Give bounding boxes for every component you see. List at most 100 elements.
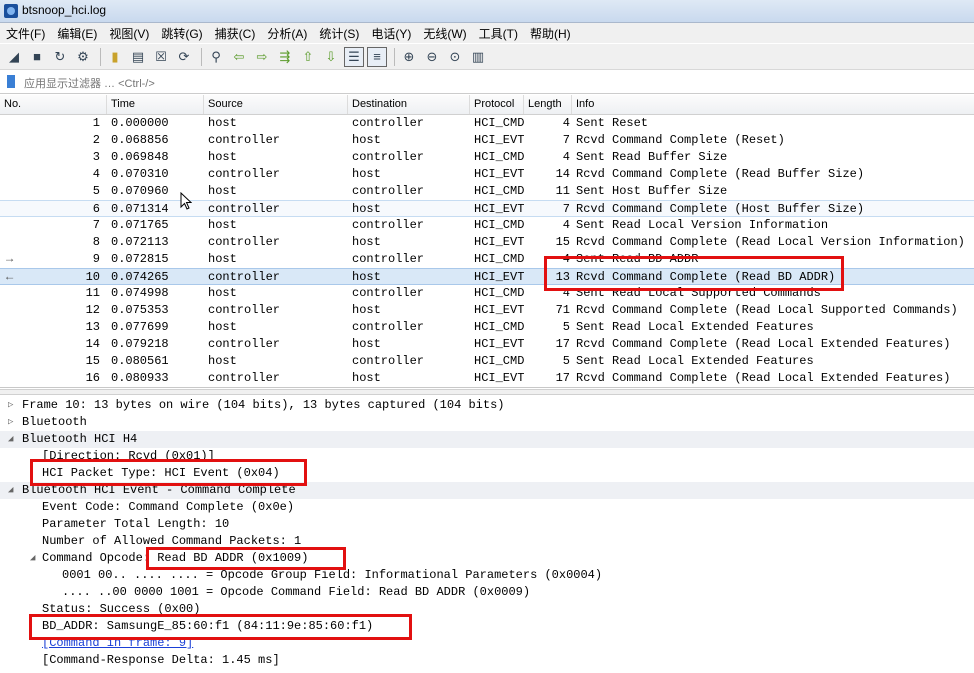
- find-magnifier-icon[interactable]: ⚲: [206, 47, 226, 67]
- tree-item-label: .... ..00 0000 1001 = Opcode Command Fie…: [62, 585, 531, 599]
- cell-destination: host: [352, 167, 381, 181]
- expand-triangle-icon[interactable]: ▷: [8, 414, 18, 431]
- menu-telephony[interactable]: 电话(Y): [365, 25, 417, 42]
- cell-time: 0.072815: [111, 252, 169, 266]
- cell-no: 1: [92, 116, 100, 130]
- column-header-source[interactable]: Source: [204, 95, 348, 114]
- cell-destination: controller: [352, 354, 425, 368]
- cell-destination: controller: [352, 150, 425, 164]
- detail-param-length[interactable]: Parameter Total Length: 10: [0, 516, 974, 533]
- annotation-highlight-opcode: [146, 547, 346, 570]
- cell-protocol: HCI_EVT: [474, 303, 525, 317]
- expand-triangle-icon[interactable]: ▷: [8, 397, 18, 414]
- go-forward-arrow-icon[interactable]: ⇨: [252, 47, 272, 67]
- shark-fin-start-icon[interactable]: ◢: [4, 47, 24, 67]
- table-row[interactable]: 4 0.070310 controller host HCI_EVT 14 Rcvd Com…: [0, 166, 974, 183]
- colorize-icon[interactable]: ≡: [367, 46, 387, 67]
- cell-no: 8: [92, 235, 100, 249]
- go-last-icon[interactable]: ⇩: [321, 47, 341, 67]
- table-row[interactable]: 6 0.071314 controller host HCI_EVT 7 Rcvd Comm…: [0, 200, 974, 217]
- restart-shark-icon[interactable]: ↻: [50, 47, 70, 67]
- zoom-in-icon[interactable]: ⊕: [399, 47, 419, 67]
- column-header-info[interactable]: Info: [572, 95, 974, 114]
- menu-statistics[interactable]: 统计(S): [313, 25, 365, 42]
- cell-info: Sent Host Buffer Size: [576, 184, 728, 198]
- close-file-icon[interactable]: ☒: [151, 47, 171, 67]
- column-header-no[interactable]: No.: [0, 95, 107, 114]
- cell-no: 9: [92, 252, 100, 266]
- table-row[interactable]: 3 0.069848 host controller HCI_CMD 4 Sent Read…: [0, 149, 974, 166]
- menu-capture[interactable]: 捕获(C): [209, 25, 262, 42]
- capture-options-gear-icon[interactable]: ⚙: [73, 47, 93, 67]
- cell-destination: host: [352, 235, 381, 249]
- menu-edit[interactable]: 编辑(E): [51, 25, 103, 42]
- table-row[interactable]: 14 0.079218 controller host HCI_EVT 17 Rcvd Co…: [0, 336, 974, 353]
- detail-bluetooth[interactable]: ▷ Bluetooth: [0, 414, 974, 431]
- cell-destination: controller: [352, 116, 425, 130]
- collapse-triangle-icon[interactable]: ◢: [8, 431, 18, 448]
- table-row[interactable]: 13 0.077699 host controller HCI_CMD 5 Sent Rea…: [0, 319, 974, 336]
- cell-length: 7: [562, 202, 570, 216]
- cell-info: Sent Read Buffer Size: [576, 150, 728, 164]
- column-header-time[interactable]: Time: [107, 95, 204, 114]
- column-header-destination[interactable]: Destination: [348, 95, 470, 114]
- menu-file[interactable]: 文件(F): [0, 25, 51, 42]
- cell-no: 2: [92, 133, 100, 147]
- collapse-triangle-icon[interactable]: ◢: [30, 550, 40, 567]
- cell-length: 4: [562, 150, 570, 164]
- table-row[interactable]: 16 0.080933 controller host HCI_EVT 17 Rcvd Co…: [0, 370, 974, 387]
- tree-item-label: Event Code: Command Complete (0x0e): [42, 500, 295, 514]
- table-row[interactable]: 5 0.070960 host controller HCI_CMD 11 Sent Hos…: [0, 183, 974, 200]
- menu-wireless[interactable]: 无线(W): [417, 25, 472, 42]
- table-row[interactable]: 15 0.080561 host controller HCI_CMD 5 Sent Rea…: [0, 353, 974, 370]
- detail-hci-h4[interactable]: ◢ Bluetooth HCI H4: [0, 431, 974, 448]
- filter-bookmark-icon[interactable]: [7, 75, 15, 88]
- cell-no: 5: [92, 184, 100, 198]
- cell-destination: controller: [352, 286, 425, 300]
- stop-square-icon[interactable]: ■: [27, 47, 47, 67]
- cell-destination: host: [352, 337, 381, 351]
- save-file-icon[interactable]: ▤: [128, 47, 148, 67]
- cell-no: 11: [85, 286, 100, 300]
- cell-no: 16: [85, 371, 100, 385]
- go-first-icon[interactable]: ⇧: [298, 47, 318, 67]
- zoom-normal-icon[interactable]: ⊙: [445, 47, 465, 67]
- table-row[interactable]: 1 0.000000 host controller HCI_CMD 4 Sent Rese…: [0, 115, 974, 132]
- cell-protocol: HCI_CMD: [474, 150, 525, 164]
- cell-source: host: [208, 286, 237, 300]
- collapse-triangle-icon[interactable]: ◢: [8, 482, 18, 499]
- column-header-length[interactable]: Length: [524, 95, 572, 114]
- menu-analyze[interactable]: 分析(A): [261, 25, 313, 42]
- go-to-packet-icon[interactable]: ⇶: [275, 47, 295, 67]
- table-row[interactable]: 7 0.071765 host controller HCI_CMD 4 Sent Read…: [0, 217, 974, 234]
- menu-view[interactable]: 视图(V): [103, 25, 155, 42]
- column-header-protocol[interactable]: Protocol: [470, 95, 524, 114]
- detail-event-code[interactable]: Event Code: Command Complete (0x0e): [0, 499, 974, 516]
- go-back-arrow-icon[interactable]: ⇦: [229, 47, 249, 67]
- detail-opcode-command[interactable]: .... ..00 0000 1001 = Opcode Command Fie…: [0, 584, 974, 601]
- menu-help[interactable]: 帮助(H): [524, 25, 577, 42]
- cell-length: 15: [555, 235, 570, 249]
- table-row[interactable]: 2 0.068856 controller host HCI_EVT 7 Rcvd Comm…: [0, 132, 974, 149]
- annotation-highlight-bd-addr: [29, 614, 412, 640]
- menu-go[interactable]: 跳转(G): [155, 25, 208, 42]
- cell-protocol: HCI_EVT: [474, 371, 525, 385]
- display-filter-input[interactable]: [22, 73, 966, 94]
- menu-tools[interactable]: 工具(T): [473, 25, 524, 42]
- reload-file-icon[interactable]: ⟳: [174, 47, 194, 67]
- detail-frame[interactable]: ▷ Frame 10: 13 bytes on wire (104 bits), …: [0, 397, 974, 414]
- open-folder-icon[interactable]: ▮: [105, 47, 125, 67]
- table-row[interactable]: 8 0.072113 controller host HCI_EVT 15 Rcvd Com…: [0, 234, 974, 251]
- cell-protocol: HCI_EVT: [474, 202, 525, 216]
- cell-no: 4: [92, 167, 100, 181]
- detail-response-delta[interactable]: [Command-Response Delta: 1.45 ms]: [0, 652, 974, 669]
- cell-time: 0.080933: [111, 371, 169, 385]
- cell-no: 13: [85, 320, 100, 334]
- resize-columns-icon[interactable]: ▥: [468, 47, 488, 67]
- table-row[interactable]: 12 0.075353 controller host HCI_EVT 71 Rcvd Co…: [0, 302, 974, 319]
- cell-protocol: HCI_EVT: [474, 235, 525, 249]
- zoom-out-icon[interactable]: ⊖: [422, 47, 442, 67]
- cell-length: 4: [562, 218, 570, 232]
- pane-splitter[interactable]: [0, 389, 974, 395]
- autoscroll-icon[interactable]: ☰: [344, 46, 364, 67]
